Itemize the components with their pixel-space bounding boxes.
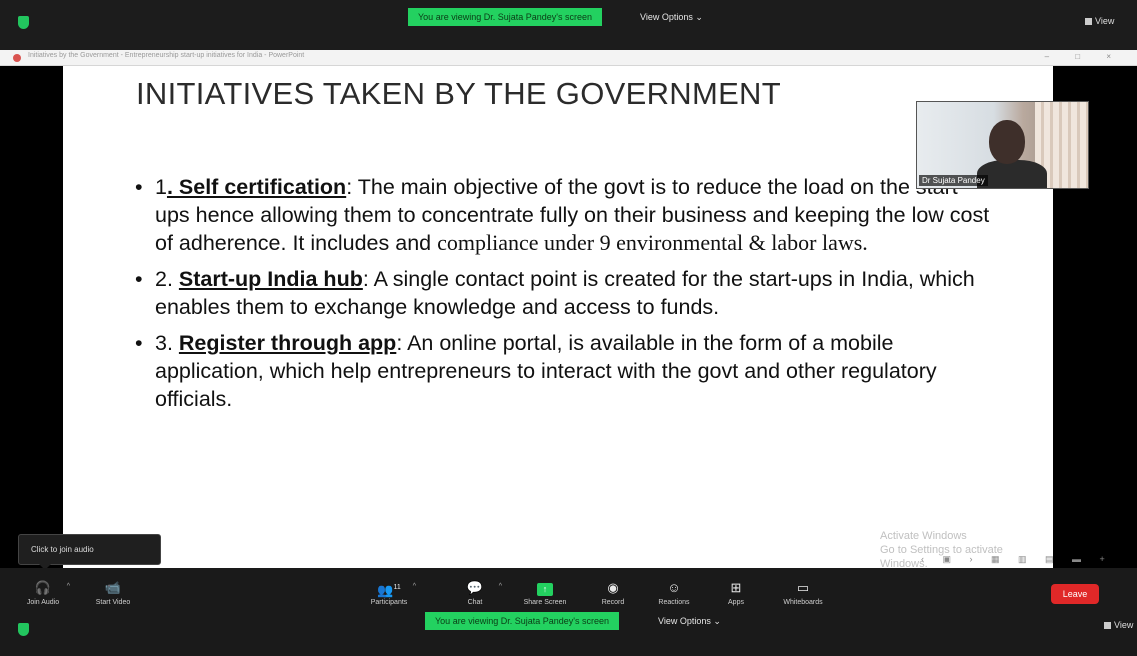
- watermark-line-1: Activate Windows: [880, 530, 967, 542]
- chevron-up-icon[interactable]: ^: [67, 583, 70, 590]
- share-screen-button[interactable]: ↑ Share Screen: [512, 580, 578, 612]
- view-grid-icon: [1104, 622, 1111, 629]
- bullet-register-through-app: 3. Register through app: An online porta…: [135, 329, 995, 413]
- join-audio-tooltip: Click to join audio: [18, 534, 161, 570]
- bullet-number: 1: [155, 175, 167, 199]
- apps-icon: ⊞: [730, 580, 742, 595]
- reactions-label: Reactions: [658, 599, 690, 606]
- bullet-number: 2.: [155, 267, 179, 291]
- join-audio-button[interactable]: 🎧 ^ Join Audio: [10, 580, 76, 612]
- share-screen-label: Share Screen: [523, 599, 567, 606]
- participant-count: 11: [393, 584, 401, 591]
- bullet-number: 3.: [155, 331, 179, 355]
- apps-button[interactable]: ⊞ Apps: [703, 580, 769, 612]
- presenter-window-titlebar: Initiatives by the Government - Entrepre…: [0, 50, 1137, 66]
- chevron-up-icon[interactable]: ^: [499, 583, 502, 590]
- record-icon: ◉: [607, 580, 619, 595]
- whiteboards-button[interactable]: ▭ Whiteboards: [770, 580, 836, 612]
- chevron-up-icon[interactable]: ^: [413, 583, 416, 590]
- leave-button[interactable]: Leave: [1051, 584, 1099, 604]
- start-video-label: Start Video: [95, 599, 131, 606]
- zoom-top-bar: You are viewing Dr. Sujata Pandey's scre…: [0, 0, 1137, 50]
- bullet-term: Register through app: [178, 331, 397, 355]
- viewing-banner: You are viewing Dr. Sujata Pandey's scre…: [408, 8, 602, 26]
- people-glyph: 👥: [377, 582, 394, 598]
- view-options-button[interactable]: View Options ⌄: [640, 12, 703, 23]
- viewing-banner: You are viewing Dr. Sujata Pandey's scre…: [425, 612, 619, 630]
- shield-icon[interactable]: [18, 623, 29, 636]
- powerpoint-icon: [13, 54, 21, 62]
- view-button-label: View: [1095, 16, 1115, 26]
- chat-label: Chat: [467, 599, 483, 606]
- share-screen-glyph: ↑: [537, 583, 553, 596]
- bullet-text-serif: compliance under 9 environmental & labor…: [437, 230, 868, 255]
- bullet-term: . Self certification: [166, 175, 347, 199]
- window-controls: – □ ×: [1044, 52, 1123, 61]
- participant-video-thumbnail[interactable]: Dr Sujata Pandey: [916, 101, 1089, 189]
- participant-head: [989, 120, 1025, 164]
- apps-label: Apps: [728, 599, 744, 606]
- view-button[interactable]: View: [1104, 620, 1133, 630]
- participants-label: Participants: [370, 599, 408, 606]
- bullet-term: Start-up India hub: [178, 267, 363, 291]
- bullet-startup-india-hub: 2. Start-up India hub: A single contact …: [135, 265, 995, 321]
- record-button[interactable]: ◉ Record: [580, 580, 646, 612]
- view-button-label: View: [1114, 620, 1134, 630]
- participant-name-label: Dr Sujata Pandey: [919, 175, 988, 186]
- slide-title: INITIATIVES TAKEN BY THE GOVERNMENT: [136, 76, 781, 111]
- record-label: Record: [601, 599, 625, 606]
- view-button[interactable]: View: [1085, 16, 1114, 26]
- meeting-controls-toolbar: 🎧 ^ Join Audio 📹 Start Video 👥11 ^ Parti…: [0, 568, 1137, 656]
- window-title: Initiatives by the Government - Entrepre…: [28, 52, 305, 59]
- reactions-button[interactable]: ☺ Reactions: [641, 580, 707, 612]
- bullet-self-certification: 1. Self certification: The main objectiv…: [135, 173, 995, 257]
- shield-icon[interactable]: [18, 16, 29, 29]
- whiteboards-label: Whiteboards: [783, 599, 823, 606]
- start-video-button[interactable]: 📹 Start Video: [80, 580, 146, 612]
- whiteboard-icon: ▭: [796, 580, 810, 595]
- view-grid-icon: [1085, 18, 1092, 25]
- view-options-button[interactable]: View Options ⌄: [658, 616, 721, 627]
- slideshow-controls[interactable]: ‹ ▣ › ▦ ▥ ▤ ▬ +: [921, 554, 1113, 565]
- video-camera-icon: 📹: [104, 580, 122, 595]
- slide-bullet-list: 1. Self certification: The main objectiv…: [135, 173, 995, 421]
- presentation-slide: INITIATIVES TAKEN BY THE GOVERNMENT 1. S…: [63, 66, 1105, 570]
- reactions-icon: ☺: [667, 580, 681, 595]
- chat-button[interactable]: 💬 ^ Chat: [442, 580, 508, 612]
- participants-button[interactable]: 👥11 ^ Participants: [356, 580, 422, 612]
- share-screen-icon: ↑: [512, 580, 578, 596]
- join-audio-label: Join Audio: [26, 599, 60, 606]
